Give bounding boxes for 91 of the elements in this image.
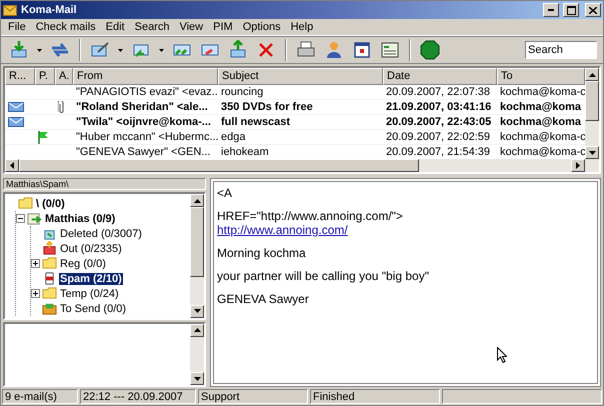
no-spam-icon (420, 40, 440, 60)
send-receive-icon (50, 40, 70, 60)
table-cell-text: "Roland Sheridan" <ale... (75, 100, 209, 114)
vertical-scrollbar[interactable] (190, 194, 204, 318)
link[interactable]: http://www.annoing.com/ (217, 223, 594, 237)
message-row[interactable]: "Twila" <oijnvre@koma-... full newscast 20.09.2007, 22:43:05 kochma@koma (5, 115, 585, 130)
folder-item[interactable]: Reg (0/0) (59, 258, 107, 270)
folder-icon (42, 286, 57, 301)
close-button[interactable] (585, 3, 601, 17)
folder-icon (18, 196, 33, 211)
folder-item[interactable]: Temp (0/24) (59, 288, 120, 300)
maximize-icon (566, 6, 576, 14)
no-spam-button[interactable] (418, 39, 442, 61)
menu-item[interactable]: Options (238, 21, 286, 33)
folder-item[interactable]: \ (0/0) (35, 198, 66, 210)
calendar-icon (352, 40, 372, 60)
mouse-cursor-icon (497, 347, 507, 363)
folder-item[interactable]: Spam (2/10) (59, 272, 123, 284)
message-text: your partner will be calling you "big boy" (217, 269, 430, 283)
arrow-up-icon (194, 328, 200, 332)
table-cell-text: full newscast (220, 115, 292, 129)
menu-item[interactable]: Edit (100, 21, 130, 33)
download-icon (9, 40, 29, 60)
minimize-icon (548, 9, 554, 11)
message-text: <A (217, 186, 234, 200)
table-cell-text: edga (220, 130, 246, 144)
table-cell-text: 350 DVDs for free (220, 100, 314, 114)
upload-icon (228, 40, 248, 60)
folder-item[interactable]: Out (0/2335) (59, 242, 123, 254)
table-cell-text: rouncing (220, 85, 264, 99)
menu-item[interactable]: PIM (208, 21, 238, 33)
arrow-down-icon (194, 309, 200, 314)
arrow-down-icon (588, 150, 596, 154)
message-text: HREF="http://www.annoing.com/"> (217, 209, 404, 223)
horizontal-scrollbar[interactable] (5, 159, 599, 172)
table-cell-text: 20.09.2007, 22:02:59 (385, 130, 491, 144)
arrow-up-icon (194, 198, 200, 202)
column-header[interactable]: From (73, 68, 218, 85)
message-text: GENEVA Sawyer (217, 292, 310, 306)
table-cell-text: 21.09.2007, 03:41:16 (385, 100, 492, 114)
arrow-up-icon (588, 72, 596, 76)
outbox-icon (42, 241, 57, 256)
close-icon (589, 6, 597, 14)
status-text: 22:12 --- 20.09.2007 (80, 389, 196, 404)
column-header[interactable]: A. (55, 68, 73, 85)
column-header[interactable]: To (497, 68, 585, 85)
status-text: 9 e-mail(s) (2, 389, 78, 404)
menu-item[interactable]: Help (286, 21, 318, 33)
table-cell-text: "Twila" <oijnvre@koma-... (75, 115, 212, 129)
status-text: Support (198, 389, 308, 404)
table-cell-text: 20.09.2007, 21:54:39 (385, 145, 491, 159)
expand-icon[interactable] (31, 259, 40, 268)
column-header[interactable]: R... (5, 68, 35, 85)
menu-item[interactable]: Check mails (30, 21, 101, 33)
table-cell-text: "PANAGIOTIS evazi" <evaz... (75, 85, 218, 99)
status-text: Finished (310, 389, 440, 404)
collapse-icon[interactable] (16, 214, 25, 223)
message-row[interactable]: "Roland Sheridan" <ale... 350 DVDs for free 21.09.2007, 03:41:16 kochma@koma (5, 100, 585, 115)
table-cell-text: kochma@koma (499, 100, 582, 114)
minimize-button[interactable] (543, 3, 559, 17)
folder-item[interactable]: Deleted (0/3007) (59, 228, 143, 240)
contact-icon (324, 40, 344, 60)
table-cell-text: "Huber mccann" <Hubermc... (75, 130, 218, 144)
column-header[interactable]: Date (383, 68, 497, 85)
arrow-down-icon (194, 376, 200, 380)
send-folder-icon (42, 301, 57, 316)
folder-icon (42, 256, 57, 271)
column-header[interactable]: Subject (218, 68, 383, 85)
table-cell-text: "GENEVA Sawyer" <GEN... (75, 145, 212, 159)
menu-item[interactable]: File (3, 21, 31, 33)
search-field[interactable]: Search (525, 41, 597, 59)
menu-item[interactable]: Search (130, 21, 174, 33)
column-header[interactable]: P. (35, 68, 55, 85)
arrow-right-icon (576, 162, 580, 169)
arrow-left-icon (10, 162, 14, 169)
window-title: Koma-Mail (21, 4, 78, 16)
folder-item[interactable]: Matthias (0/9) (44, 212, 116, 224)
maximize-button[interactable] (563, 3, 579, 17)
table-cell-text: iehokeam (220, 145, 270, 159)
table-cell-text: kochma@koma (499, 115, 582, 129)
folder-item[interactable]: To Send (0/0) (59, 302, 128, 314)
table-cell-text: 20.09.2007, 22:07:38 (385, 85, 491, 99)
message-text: Morning kochma (217, 246, 307, 260)
notes-icon (380, 40, 400, 60)
table-cell-text: 20.09.2007, 22:43:05 (385, 115, 492, 129)
folder-path: Matthias\Spam\ (3, 178, 206, 190)
vertical-scrollbar[interactable] (585, 68, 599, 159)
expand-icon[interactable] (31, 289, 40, 298)
envelope-icon (3, 4, 17, 16)
vertical-scrollbar[interactable] (190, 324, 204, 385)
menu-item[interactable]: View (174, 21, 208, 33)
